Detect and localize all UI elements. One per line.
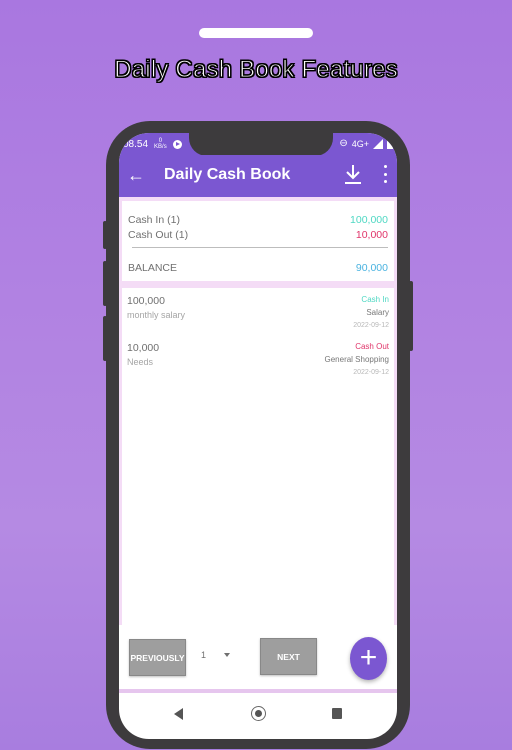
cash-in-label: Cash In (1) [128,214,180,226]
content-area: Cash In (1) 100,000 Cash Out (1) 10,000 … [119,197,397,698]
network-type: 4G+ [351,138,369,149]
cash-in-row: Cash In (1) 100,000 [128,213,388,228]
summary-divider [132,247,388,248]
balance-label: BALANCE [128,262,178,274]
media-play-icon [172,139,182,149]
plus-icon: + [359,641,378,674]
dropdown-caret-icon [224,653,231,657]
phone-frame: 08.54 0 KB/s ⊖ 4G+ ← Daily Cash Book Cas… [103,121,413,749]
network-speed: 0 KB/s [154,138,167,150]
page-number: 1 [201,650,207,660]
top-pill-indicator [199,28,313,38]
transaction-amount: 10,000 [127,342,160,354]
status-bar: 08.54 0 KB/s ⊖ 4G+ [119,133,397,156]
nav-home-icon[interactable] [251,706,266,721]
cash-in-value: 100,000 [350,214,388,226]
summary-card: Cash In (1) 100,000 Cash Out (1) 10,000 … [122,201,394,281]
signal-icon [373,138,383,149]
page-select[interactable]: 1 [201,650,231,660]
app-bar: ← Daily Cash Book [119,155,397,197]
transaction-category: General Shopping [324,355,390,364]
nav-back-icon[interactable] [174,708,183,720]
battery-icon [387,138,393,149]
transaction-date: 2022-09-12 [353,369,389,376]
download-icon[interactable] [343,163,363,185]
balance-row: BALANCE 90,000 [128,261,388,276]
transaction-amount: 100,000 [127,295,165,307]
camera-notch [189,133,333,156]
status-time: 08.54 [123,138,149,150]
bottom-divider [119,689,397,693]
phone-power-button [409,281,413,351]
transaction-note: Needs [127,357,154,367]
more-options-icon[interactable] [381,165,389,183]
transaction-type: Cash Out [355,342,389,351]
pagination-bar: PREVIOUSLY 1 NEXT + [119,625,397,691]
phone-side-button [103,221,107,249]
transaction-type: Cash In [361,295,389,304]
phone-side-button [103,316,107,361]
add-transaction-button[interactable]: + [350,637,387,680]
nav-recents-icon[interactable] [332,708,342,719]
promo-title: Daily Cash Book Features [114,56,398,84]
phone-side-button [103,261,107,306]
transaction-note: monthly salary [127,310,186,320]
speed-unit: KB/s [154,144,167,150]
phone-screen: 08.54 0 KB/s ⊖ 4G+ ← Daily Cash Book Cas… [119,133,397,739]
page-title: Daily Cash Book [164,166,291,183]
transaction-row[interactable]: 100,000 monthly salary Cash In Salary 20… [127,294,389,341]
transaction-row[interactable]: 10,000 Needs Cash Out General Shopping 2… [127,341,389,388]
transaction-category: Salary [366,308,389,317]
dnd-icon: ⊖ [339,138,348,149]
next-page-button[interactable]: NEXT [260,638,317,675]
back-arrow-icon[interactable]: ← [127,165,145,185]
balance-value: 90,000 [355,262,388,274]
previous-page-button[interactable]: PREVIOUSLY [129,639,186,676]
cash-out-label: Cash Out (1) [128,229,189,241]
cash-out-row: Cash Out (1) 10,000 [128,228,388,243]
transaction-date: 2022-09-12 [353,322,389,329]
cash-out-value: 10,000 [355,229,388,241]
